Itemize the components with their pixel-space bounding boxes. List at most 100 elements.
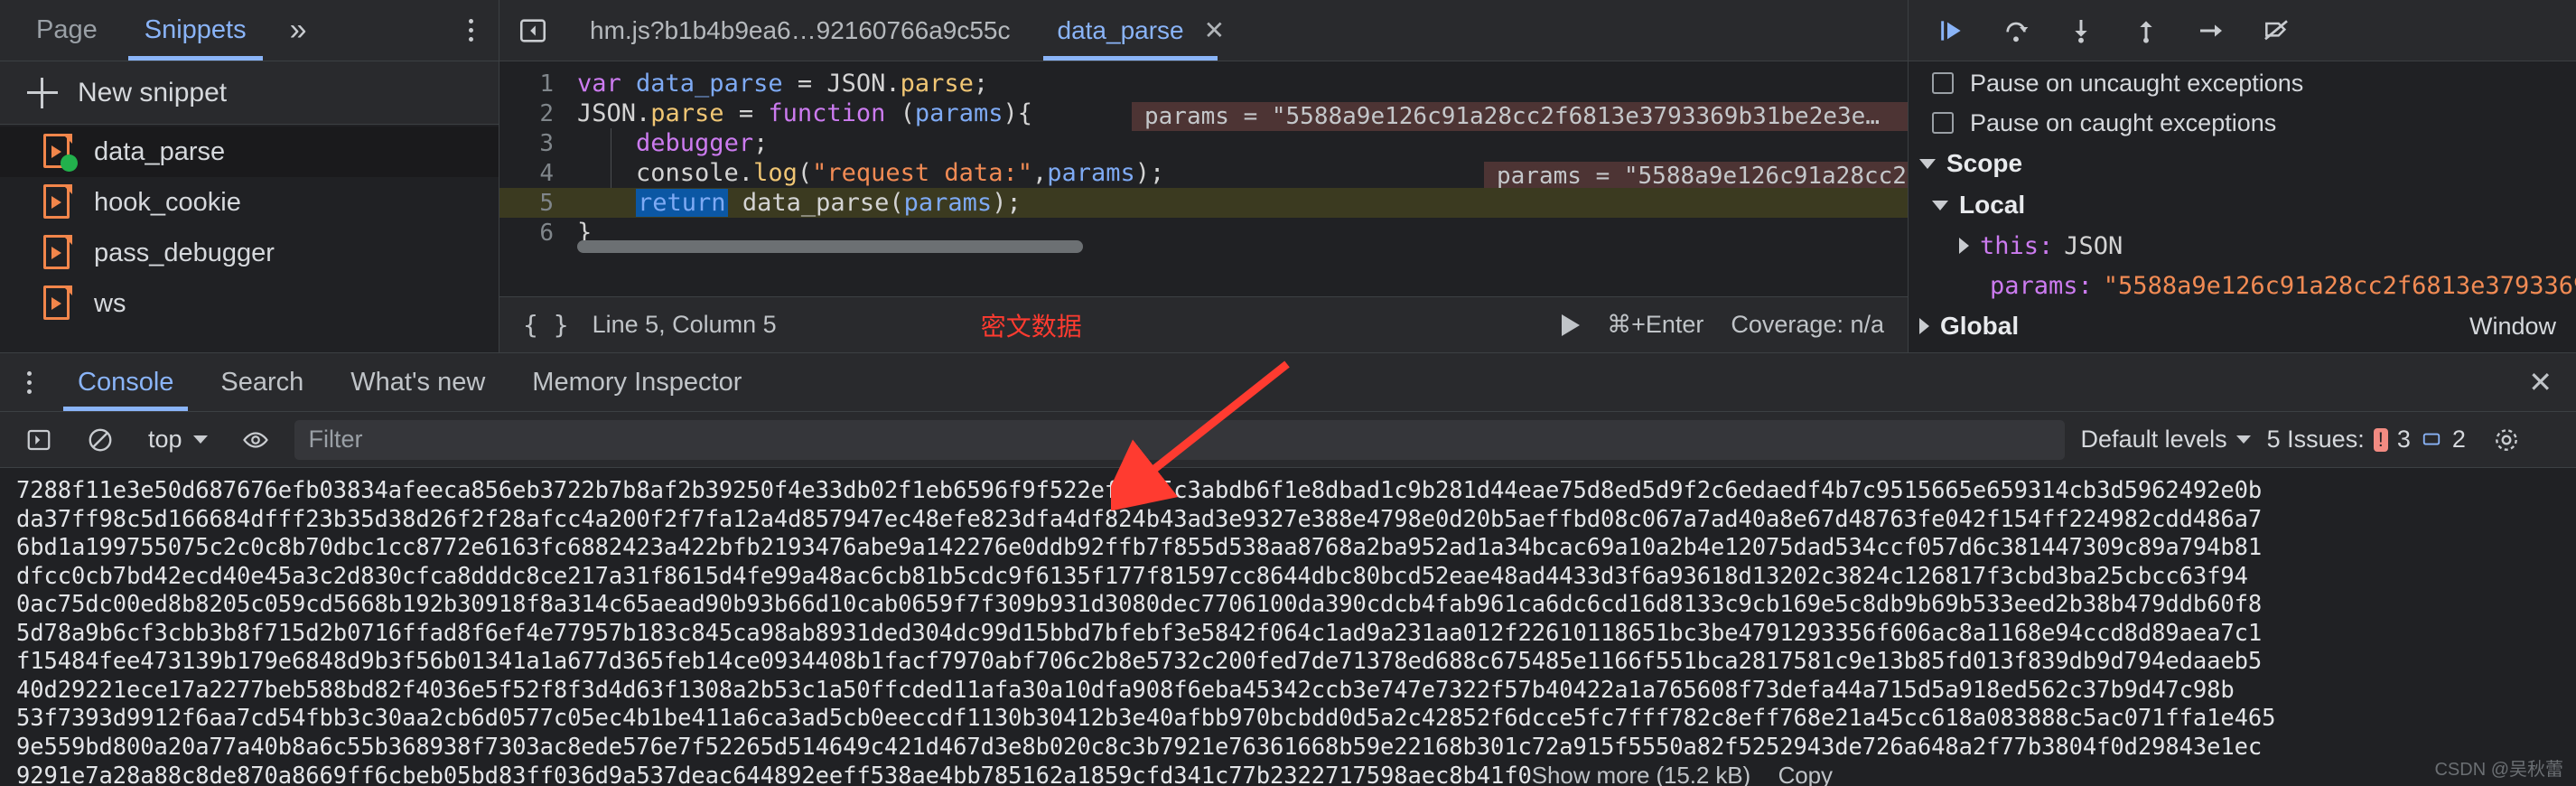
editor-tabbar: hm.js?b1b4b9ea6…92160766a9c55c data_pars… <box>499 0 1908 61</box>
checkbox-icon[interactable] <box>1932 112 1954 134</box>
scope-label: Scope <box>1946 149 2023 177</box>
more-tabs-label: » <box>289 13 307 47</box>
run-shortcut-label: ⌘+Enter <box>1607 311 1704 338</box>
tab-search[interactable]: Search <box>197 353 327 411</box>
chevron-down-icon <box>192 435 208 444</box>
close-tab-icon[interactable]: ✕ <box>1204 15 1225 45</box>
console-filter-input[interactable] <box>294 419 2065 460</box>
settings-gear-icon[interactable] <box>2482 419 2531 461</box>
console-tabbar: Console Search What's new Memory Inspect… <box>0 352 2576 412</box>
line-number: 1 <box>539 70 554 98</box>
console-drawer: Console Search What's new Memory Inspect… <box>0 352 2576 786</box>
snippet-item-pass-debugger[interactable]: pass_debugger <box>0 228 499 278</box>
snippet-file-icon <box>43 235 74 271</box>
deactivate-breakpoints-icon[interactable] <box>2246 7 2306 54</box>
running-dot-icon <box>61 154 78 172</box>
tab-console[interactable]: Console <box>54 353 197 411</box>
step-over-icon[interactable] <box>1986 7 2046 54</box>
step-out-icon[interactable] <box>2116 7 2176 54</box>
chevron-right-icon[interactable] <box>1959 238 1969 254</box>
more-tabs-icon[interactable]: » <box>270 0 327 61</box>
copy-button[interactable]: Copy <box>1778 762 1833 786</box>
step-into-icon[interactable] <box>2051 7 2111 54</box>
pretty-print-icon[interactable]: { } <box>523 310 569 340</box>
sources-panel: Page Snippets » New snippet data_parse h… <box>0 0 2576 352</box>
snippet-label: hook_cookie <box>94 187 241 217</box>
scrollbar-thumb[interactable] <box>577 240 1083 253</box>
code-line-4: 4 console.log("request data:",params); p… <box>499 158 1908 191</box>
navigator-tabbar-spacer <box>327 0 443 61</box>
line-number: 5 <box>539 189 554 217</box>
console-line: 40d29221ece17a2277beb588bd82f4036e5f52f8… <box>16 676 2235 704</box>
issues-info-count: 2 <box>2451 426 2466 453</box>
scope-value: JSON <box>2064 231 2123 260</box>
scope-entry-this[interactable]: this: JSON <box>1909 226 2576 266</box>
editor-column: hm.js?b1b4b9ea6…92160766a9c55c data_pars… <box>499 0 1908 352</box>
console-output[interactable]: 7288f11e3e50d687676efb03834afeeca856eb37… <box>0 468 2576 786</box>
issues-indicator[interactable]: 5 Issues: ! 3 2 <box>2267 426 2466 454</box>
inline-value-hint: params = "5588a9e126c91a28cc2f6813e37933… <box>1132 102 1908 131</box>
show-navigator-icon[interactable] <box>499 0 566 61</box>
step-icon[interactable] <box>2181 7 2241 54</box>
console-sidebar-toggle-icon[interactable] <box>16 420 61 460</box>
checkbox-icon[interactable] <box>1932 72 1954 94</box>
snippet-label: ws <box>94 288 126 318</box>
snippet-label: pass_debugger <box>94 238 275 267</box>
clear-console-icon[interactable] <box>78 420 123 460</box>
execution-context-selector[interactable]: top <box>139 426 217 454</box>
pause-uncaught-row[interactable]: Pause on uncaught exceptions <box>1909 63 2576 103</box>
drawer-menu-icon[interactable] <box>4 353 54 411</box>
resume-script-icon[interactable] <box>1921 7 1981 54</box>
console-levels-label: Default levels <box>2080 426 2227 453</box>
code-text: return data_parse(params); <box>636 189 1022 217</box>
tab-whats-new-label: What's new <box>350 367 486 397</box>
issues-error-count: 3 <box>2396 426 2411 453</box>
chevron-down-icon <box>2235 435 2251 444</box>
chevron-down-icon <box>1919 158 1936 169</box>
tab-snippets-label: Snippets <box>144 15 247 44</box>
code-text: console.log("request data:",params); <box>577 159 1165 187</box>
navigator-menu-icon[interactable] <box>443 0 499 61</box>
tab-page[interactable]: Page <box>13 0 121 61</box>
code-line-5: 5 return data_parse(params); <box>499 188 1908 218</box>
editor-tab-label: hm.js?b1b4b9ea6…92160766a9c55c <box>590 15 1011 44</box>
run-snippet-icon[interactable] <box>1562 313 1581 336</box>
cursor-position: Line 5, Column 5 <box>592 311 777 338</box>
code-editor[interactable]: 1 var data_parse = JSON.parse; 2 JSON.pa… <box>499 61 1908 352</box>
code-text: debugger; <box>636 129 769 157</box>
global-scope-header[interactable]: Global Window <box>1909 305 2576 347</box>
execution-context-label: top <box>148 426 182 453</box>
snippet-item-ws[interactable]: ws <box>0 278 499 329</box>
tab-console-label: Console <box>78 367 174 397</box>
tab-memory-inspector[interactable]: Memory Inspector <box>509 353 765 411</box>
editor-horizontal-scrollbar[interactable] <box>577 240 1083 253</box>
scope-section-header[interactable]: Scope <box>1909 143 2576 184</box>
tab-whats-new[interactable]: What's new <box>327 353 509 411</box>
console-line: da37ff98c5d166684dfff23b35d38d26f2f28afc… <box>16 505 2263 533</box>
close-drawer-icon[interactable]: ✕ <box>2505 353 2576 411</box>
new-snippet-button[interactable]: New snippet <box>0 61 499 125</box>
pause-uncaught-label: Pause on uncaught exceptions <box>1970 69 2304 97</box>
code-text: JSON.parse = function (params){ <box>577 99 1032 127</box>
scope-entry-params[interactable]: params: "5588a9e126c91a28cc2f6813e379336… <box>1909 266 2576 305</box>
snippet-item-hook-cookie[interactable]: hook_cookie <box>0 177 499 228</box>
show-more-button[interactable]: Show more (15.2 kB) <box>1532 762 1750 786</box>
snippet-item-data-parse[interactable]: data_parse <box>0 126 499 177</box>
editor-tab-hmjs[interactable]: hm.js?b1b4b9ea6…92160766a9c55c <box>566 0 1034 61</box>
pause-caught-label: Pause on caught exceptions <box>1970 108 2277 136</box>
scope-key: this: <box>1980 231 2054 260</box>
console-levels-selector[interactable]: Default levels <box>2081 426 2251 454</box>
console-line: 53f7393d9912f6aa7cd54fbb3c30aa2cb6d0577c… <box>16 705 2276 732</box>
console-line: f15484fee473139b179e6848d9b3f56b01341a1a… <box>16 648 2263 675</box>
code-line-2: 2 JSON.parse = function (params){ params… <box>499 98 1908 131</box>
code-text: var data_parse = JSON.parse; <box>577 70 989 98</box>
live-expression-eye-icon[interactable] <box>233 420 278 460</box>
line-number: 2 <box>539 99 554 127</box>
editor-tab-data-parse[interactable]: data_parse ✕ <box>1034 0 1249 61</box>
issues-info-icon <box>2422 433 2441 444</box>
tab-snippets[interactable]: Snippets <box>121 0 270 61</box>
pause-caught-row[interactable]: Pause on caught exceptions <box>1909 103 2576 143</box>
tab-memory-inspector-label: Memory Inspector <box>532 367 742 397</box>
code-area: 1 var data_parse = JSON.parse; 2 JSON.pa… <box>499 61 1908 296</box>
local-scope-header[interactable]: Local <box>1909 184 2576 226</box>
